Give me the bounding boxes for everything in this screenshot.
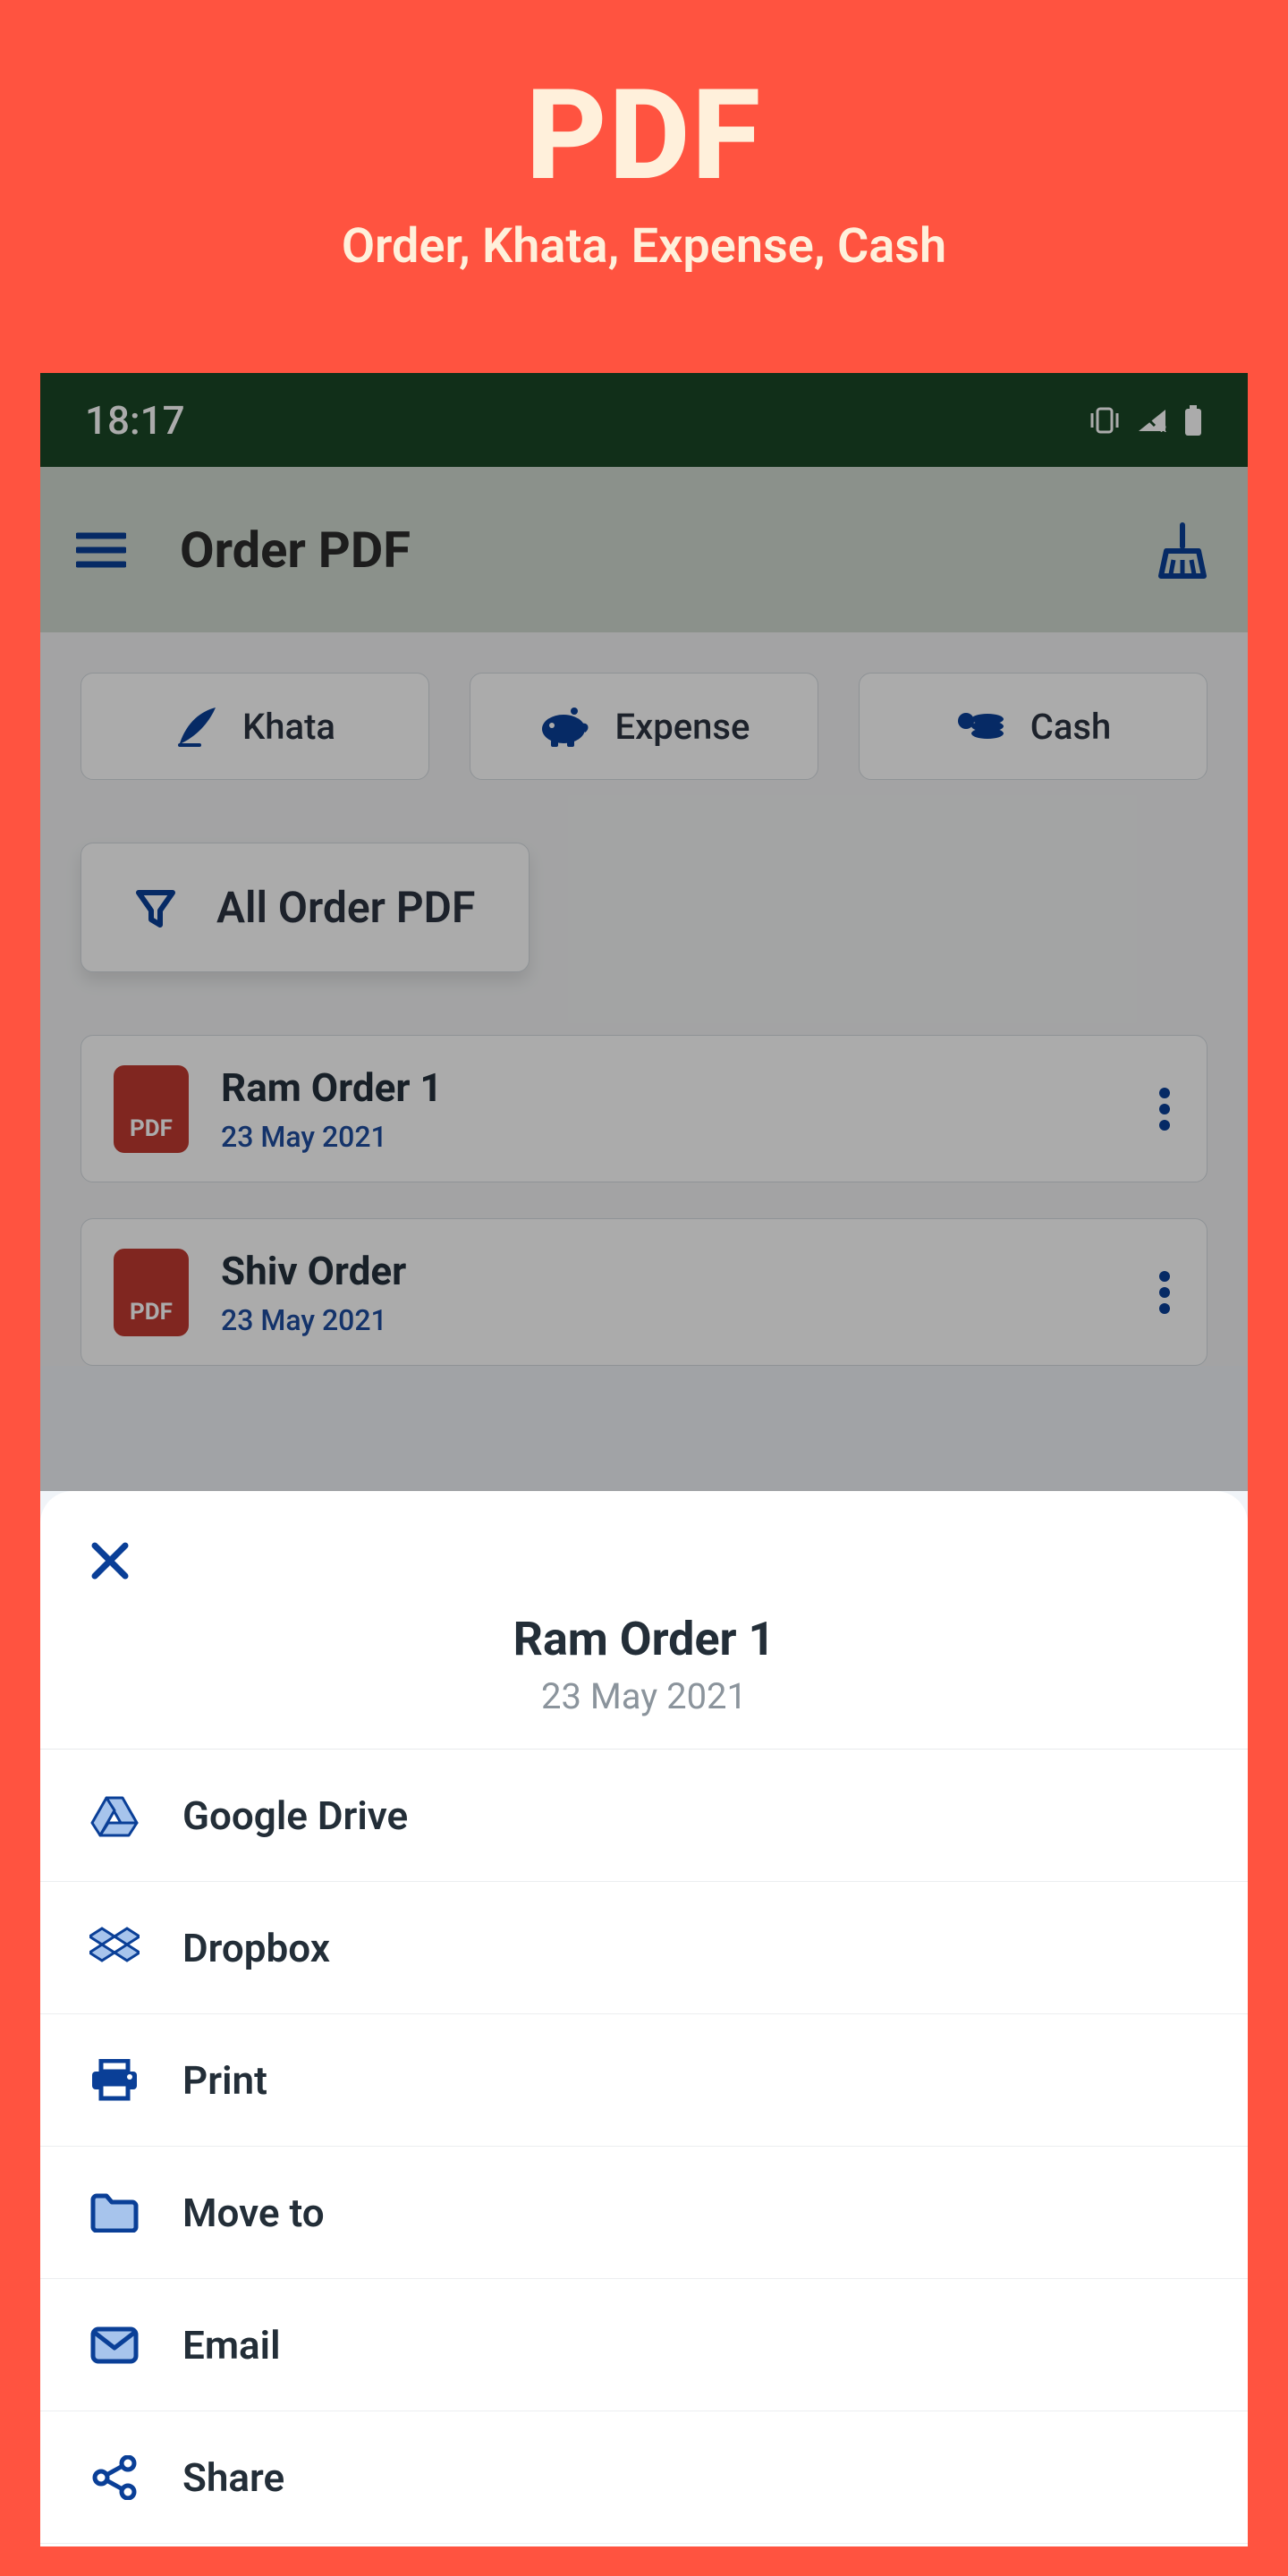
phone-screenshot: 18:17 R Order PDF	[40, 373, 1248, 2546]
close-icon[interactable]	[89, 1540, 131, 1581]
action-dropbox[interactable]: Dropbox	[40, 1882, 1248, 2014]
sheet-subtitle: 23 May 2021	[89, 1675, 1199, 1717]
print-icon	[89, 2059, 140, 2102]
sheet-header: Ram Order 1 23 May 2021	[40, 1491, 1248, 1750]
sheet-title: Ram Order 1	[89, 1612, 1199, 1666]
dropbox-icon	[89, 1927, 140, 1970]
action-email[interactable]: Email	[40, 2279, 1248, 2411]
share-icon	[89, 2455, 140, 2500]
email-icon	[89, 2326, 140, 2364]
action-google-drive[interactable]: Google Drive	[40, 1750, 1248, 1882]
folder-icon	[89, 2193, 140, 2233]
action-label: Move to	[182, 2190, 325, 2236]
promo-title: PDF	[0, 63, 1288, 209]
action-label: Google Drive	[182, 1792, 408, 1839]
promo-header: PDF Order, Khata, Expense, Cash	[0, 0, 1288, 319]
action-print[interactable]: Print	[40, 2014, 1248, 2147]
action-label: Dropbox	[182, 1925, 330, 1971]
action-label: Share	[182, 2454, 284, 2501]
scrim-overlay[interactable]	[40, 373, 1248, 1491]
action-delete[interactable]: Delete	[40, 2544, 1248, 2546]
action-label: Print	[182, 2057, 267, 2104]
action-label: Email	[182, 2322, 281, 2368]
action-move-to[interactable]: Move to	[40, 2147, 1248, 2279]
google-drive-icon	[89, 1794, 140, 1837]
promo-subtitle: Order, Khata, Expense, Cash	[0, 218, 1288, 275]
bottom-sheet: Ram Order 1 23 May 2021 Google Drive Dro…	[40, 1491, 1248, 2546]
action-share[interactable]: Share	[40, 2411, 1248, 2544]
